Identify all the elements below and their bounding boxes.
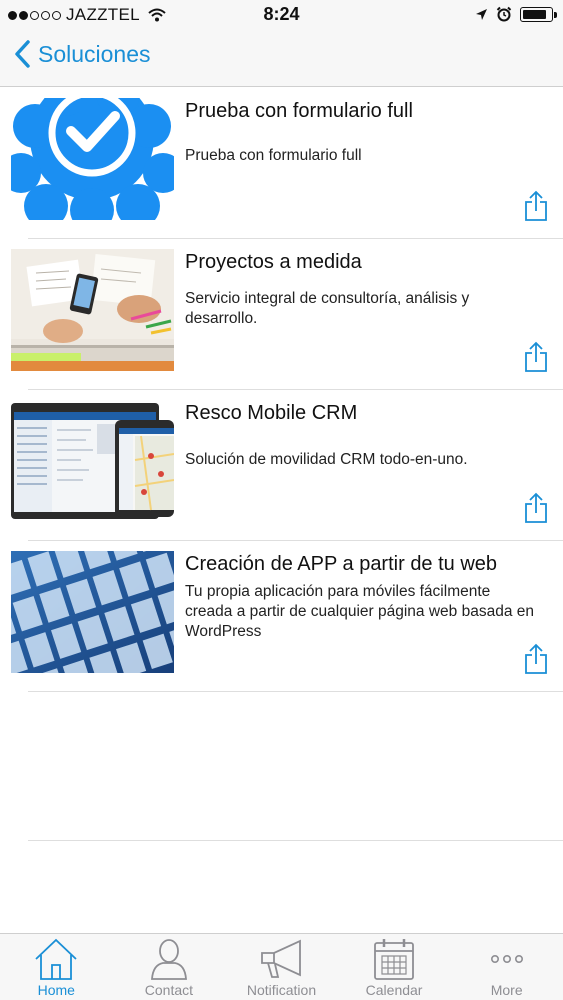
tab-calendar[interactable]: Calendar <box>338 934 451 1000</box>
tab-more[interactable]: More <box>450 934 563 1000</box>
item-title: Proyectos a medida <box>185 251 362 273</box>
tab-label: Calendar <box>365 982 423 998</box>
item-description: Tu propia aplicación para móviles fácilm… <box>185 583 534 640</box>
list-item[interactable]: Prueba con formulario full Prueba con fo… <box>0 88 563 239</box>
share-icon[interactable] <box>523 492 549 524</box>
list-item[interactable]: Resco Mobile CRM Solución de movilidad C… <box>0 390 563 541</box>
list-item[interactable]: Proyectos a medida Servicio integral de … <box>0 239 563 390</box>
battery-tip <box>554 11 557 18</box>
desk-sketches-image <box>11 249 174 371</box>
navigation-bar: Soluciones <box>0 28 563 87</box>
item-title: Prueba con formulario full <box>185 100 413 122</box>
empty-row-separator <box>28 840 563 841</box>
tab-contact[interactable]: Contact <box>113 934 226 1000</box>
row-separator <box>28 691 563 692</box>
status-bar: JAZZTEL 8:24 <box>0 0 563 28</box>
list-item[interactable]: Creación de APP a partir de tu web Tu pr… <box>0 541 563 692</box>
item-title: Creación de APP a partir de tu web <box>185 553 498 575</box>
calendar-icon <box>374 939 414 980</box>
person-icon <box>150 939 187 980</box>
megaphone-icon <box>261 939 302 978</box>
item-description: Solución de movilidad CRM todo-en-uno. <box>185 451 468 468</box>
item-title: Resco Mobile CRM <box>185 402 358 424</box>
crm-devices-image <box>11 400 174 522</box>
chevron-left-icon <box>15 40 30 68</box>
alarm-clock-icon <box>496 6 512 22</box>
tab-label: More <box>490 982 523 998</box>
solutions-list: Prueba con formulario full Prueba con fo… <box>0 88 563 692</box>
more-icon <box>490 954 523 963</box>
tab-bar: Home Contact Notification Calendar More <box>0 933 563 1000</box>
item-description: Prueba con formulario full <box>185 147 362 164</box>
battery-icon <box>520 6 557 22</box>
back-button-label: Soluciones <box>38 40 151 67</box>
battery-level <box>523 9 546 19</box>
app-screens-image <box>11 551 174 673</box>
tab-notification[interactable]: Notification <box>225 934 338 1000</box>
share-icon[interactable] <box>523 341 549 373</box>
share-icon[interactable] <box>523 643 549 675</box>
tab-label: Contact <box>144 982 194 998</box>
home-icon <box>35 938 77 980</box>
verified-badge-image <box>11 98 174 220</box>
status-right <box>475 6 557 22</box>
location-arrow-icon <box>476 8 487 20</box>
item-description: Servicio integral de consultoría, anális… <box>185 290 470 327</box>
tab-label: Home <box>37 982 75 998</box>
tab-label: Notification <box>246 982 317 998</box>
back-button[interactable]: Soluciones <box>14 40 151 68</box>
tab-home[interactable]: Home <box>0 934 113 1000</box>
share-icon[interactable] <box>523 190 549 222</box>
